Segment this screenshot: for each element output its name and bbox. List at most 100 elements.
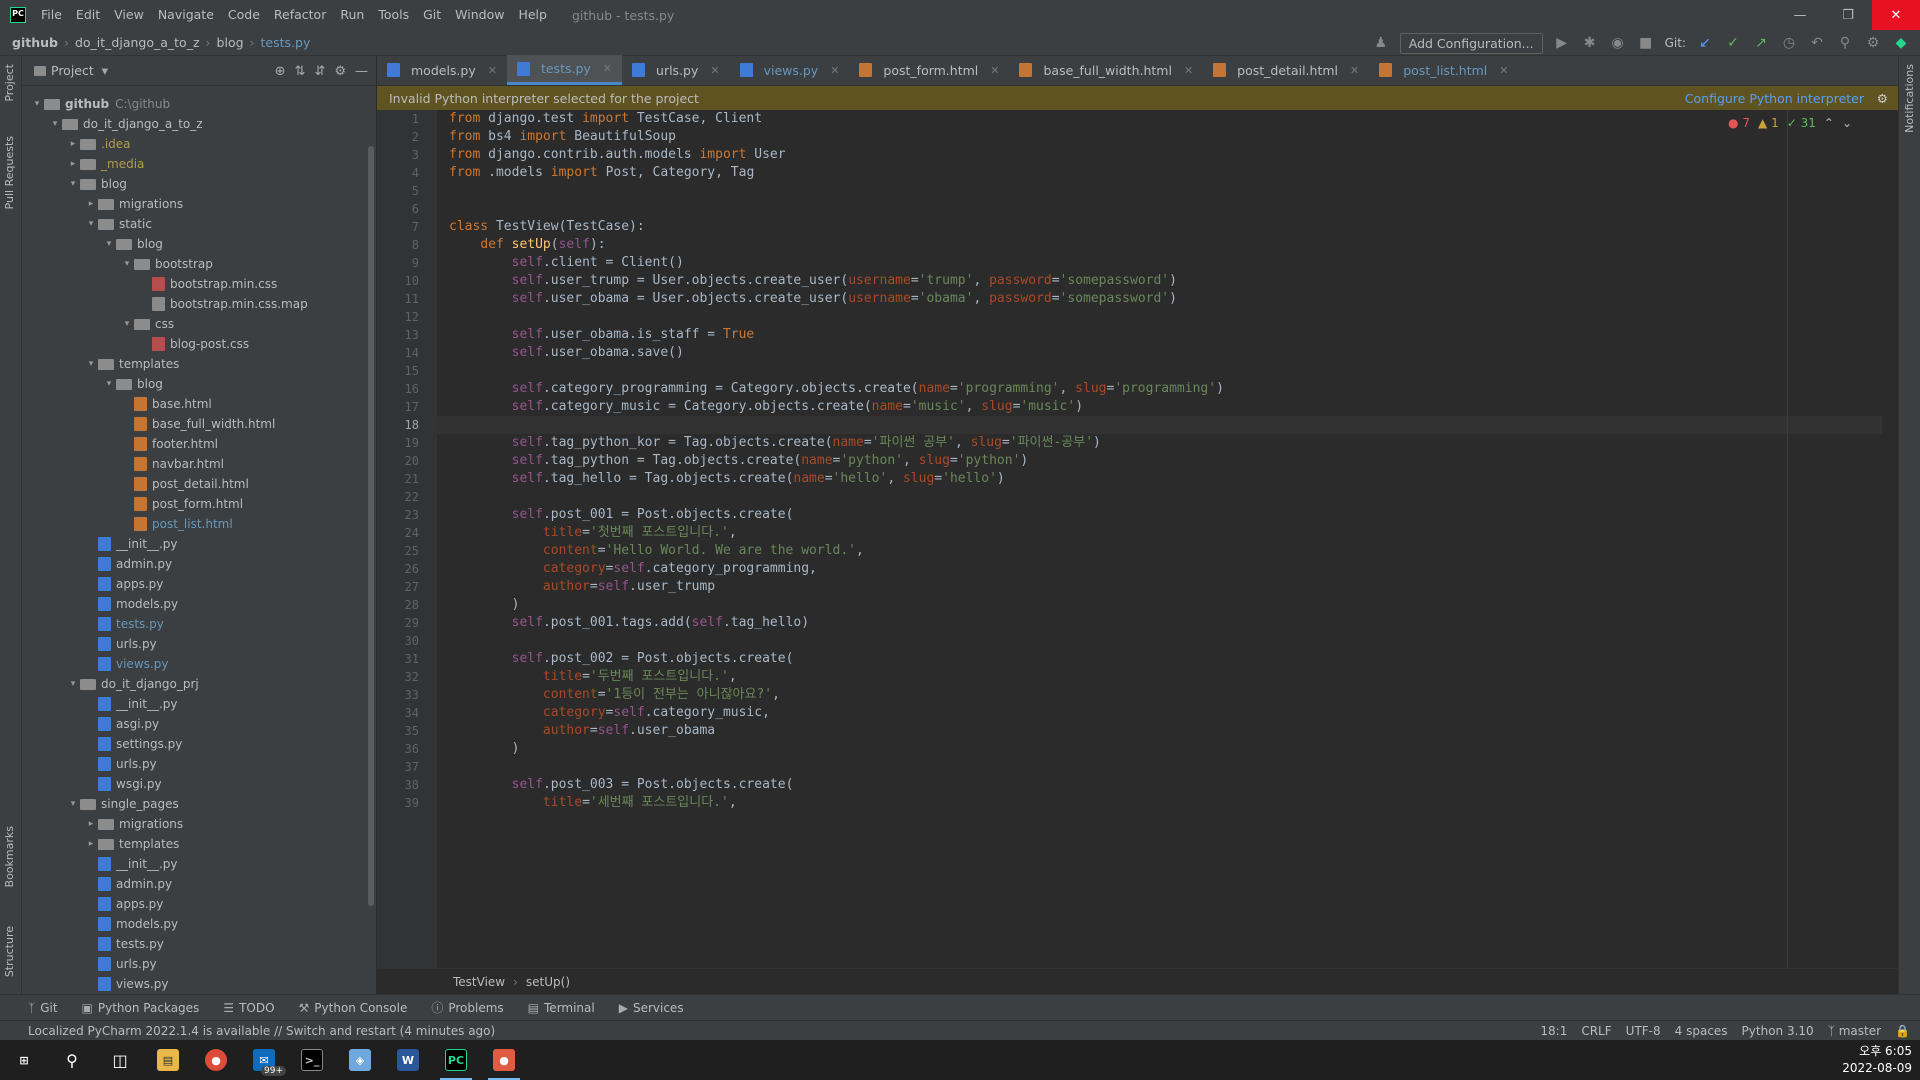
- code-line[interactable]: category=self.category_music,: [449, 704, 770, 722]
- line-number[interactable]: 15: [405, 362, 419, 380]
- bookmarks-tool-button[interactable]: Bookmarks: [3, 826, 16, 887]
- code-line[interactable]: self.user_obama.is_staff = True: [449, 326, 755, 344]
- line-number[interactable]: 30: [405, 632, 419, 650]
- tree-file[interactable]: urls.py: [84, 634, 157, 654]
- code-line[interactable]: self.post_002 = Post.objects.create(: [449, 650, 794, 668]
- line-number[interactable]: 28: [405, 596, 419, 614]
- code-line[interactable]: self.client = Client(): [449, 254, 684, 272]
- code-line[interactable]: ): [449, 740, 520, 758]
- tree-file[interactable]: navbar.html: [120, 454, 224, 474]
- history-icon[interactable]: ◷: [1780, 35, 1798, 51]
- tree-file[interactable]: bootstrap.min.css: [138, 274, 277, 294]
- line-number[interactable]: 20: [405, 452, 419, 470]
- project-tool-button[interactable]: Project: [3, 64, 16, 102]
- tree-folder[interactable]: ▾ css: [120, 314, 174, 334]
- line-number[interactable]: 23: [405, 506, 419, 524]
- line-number[interactable]: 8: [412, 236, 419, 254]
- tree-file[interactable]: views.py: [84, 974, 168, 994]
- tab-urls-py[interactable]: urls.py ✕: [622, 55, 730, 85]
- breadcrumb-item[interactable]: do_it_django_a_to_z: [75, 35, 200, 50]
- tab-post-form-html[interactable]: post_form.html ✕: [849, 55, 1009, 85]
- structure-tool-button[interactable]: Structure: [3, 926, 16, 977]
- gear-icon[interactable]: ⚙: [334, 64, 346, 79]
- line-number[interactable]: 4: [412, 164, 419, 182]
- rollback-icon[interactable]: ↶: [1808, 35, 1826, 51]
- code-line[interactable]: self.user_obama = User.objects.create_us…: [449, 290, 1177, 308]
- expand-all-icon[interactable]: ⇅: [295, 64, 306, 79]
- chevron-up-icon[interactable]: ⌃: [1824, 116, 1834, 130]
- minimize-icon[interactable]: —: [1776, 0, 1824, 30]
- menu-git[interactable]: Git: [416, 0, 448, 30]
- line-number[interactable]: 34: [405, 704, 419, 722]
- chevron-down-icon[interactable]: ▾: [66, 679, 80, 689]
- debug-icon[interactable]: ✱: [1581, 35, 1599, 51]
- system-clock[interactable]: 오후 6:05 2022-08-09: [1842, 1043, 1912, 1077]
- code-line[interactable]: self.tag_hello = Tag.objects.create(name…: [449, 470, 1005, 488]
- app-icon[interactable]: ◈: [336, 1040, 384, 1080]
- mail-icon[interactable]: ✉ 99+: [240, 1040, 288, 1080]
- project-scrollbar[interactable]: [368, 146, 374, 906]
- line-number[interactable]: 26: [405, 560, 419, 578]
- line-number[interactable]: 6: [412, 200, 419, 218]
- tree-file[interactable]: footer.html: [120, 434, 218, 454]
- menu-help[interactable]: Help: [511, 0, 554, 30]
- tab-models-py[interactable]: models.py ✕: [377, 55, 507, 85]
- tree-file[interactable]: bootstrap.min.css.map: [138, 294, 308, 314]
- tab-post-list-html[interactable]: post_list.html ✕: [1369, 55, 1518, 85]
- tree-file[interactable]: wsgi.py: [84, 774, 162, 794]
- tree-file[interactable]: post_list.html: [120, 514, 233, 534]
- indent-setting[interactable]: 4 spaces: [1675, 1024, 1728, 1038]
- tree-file[interactable]: apps.py: [84, 574, 163, 594]
- coverage-icon[interactable]: ◉: [1609, 35, 1627, 51]
- tree-folder[interactable]: ▾ blog: [102, 374, 163, 394]
- tree-file[interactable]: post_form.html: [120, 494, 243, 514]
- chevron-down-icon[interactable]: ▾: [102, 63, 108, 78]
- chevron-down-icon[interactable]: ▾: [120, 259, 134, 269]
- tree-folder[interactable]: ▸ migrations: [84, 194, 183, 214]
- code-line[interactable]: from .models import Post, Category, Tag: [449, 164, 754, 182]
- tree-folder[interactable]: ▾ github C:\github: [30, 94, 170, 114]
- breadcrumb-item[interactable]: blog: [217, 35, 244, 50]
- file-explorer-icon[interactable]: ▤: [144, 1040, 192, 1080]
- code-line[interactable]: self.post_003 = Post.objects.create(: [449, 776, 794, 794]
- line-number[interactable]: 11: [405, 290, 419, 308]
- toolwindow-problems[interactable]: ⓘ Problems: [431, 999, 503, 1016]
- chrome-icon[interactable]: ●: [192, 1040, 240, 1080]
- close-tab-icon[interactable]: ✕: [1184, 64, 1193, 77]
- tree-file[interactable]: admin.py: [84, 554, 172, 574]
- close-tab-icon[interactable]: ✕: [603, 62, 612, 75]
- line-number[interactable]: 10: [405, 272, 419, 290]
- line-number[interactable]: 9: [412, 254, 419, 272]
- code-line[interactable]: author=self.user_trump: [449, 578, 715, 596]
- locate-icon[interactable]: ⊕: [275, 64, 286, 79]
- line-number[interactable]: 39: [405, 794, 419, 812]
- tab-post-detail-html[interactable]: post_detail.html ✕: [1203, 55, 1369, 85]
- toolwindow-terminal[interactable]: ▤ Terminal: [528, 1001, 595, 1015]
- menu-window[interactable]: Window: [448, 0, 511, 30]
- line-number[interactable]: 22: [405, 488, 419, 506]
- chevron-down-icon[interactable]: ▾: [120, 319, 134, 329]
- close-tab-icon[interactable]: ✕: [990, 64, 999, 77]
- tree-folder[interactable]: ▸ .idea: [66, 134, 131, 154]
- tree-folder[interactable]: ▸ _media: [66, 154, 145, 174]
- code-view[interactable]: 1 2 3 4 5 6 7 8 9 10 11 12 13 14 15 16 17 18 19 20 21 22 23 24 2…: [377, 110, 1898, 968]
- code-line[interactable]: title='세번째 포스트입니다.',: [449, 794, 737, 812]
- add-configuration-button[interactable]: Add Configuration...: [1399, 32, 1543, 54]
- menu-navigate[interactable]: Navigate: [151, 0, 221, 30]
- line-number[interactable]: 13: [405, 326, 419, 344]
- close-tab-icon[interactable]: ✕: [1499, 64, 1508, 77]
- chevron-right-icon[interactable]: ▸: [84, 199, 98, 209]
- line-number[interactable]: 12: [405, 308, 419, 326]
- line-number[interactable]: 38: [405, 776, 419, 794]
- close-tab-icon[interactable]: ✕: [710, 64, 719, 77]
- gear-icon[interactable]: ⚙: [1877, 91, 1888, 106]
- code-line[interactable]: from django.test import TestCase, Client: [449, 110, 762, 128]
- run-icon[interactable]: ▶: [1553, 35, 1571, 51]
- line-number[interactable]: 32: [405, 668, 419, 686]
- notifications-tool-button[interactable]: Notifications: [1903, 64, 1916, 133]
- code-line[interactable]: self.tag_python = Tag.objects.create(nam…: [449, 452, 1029, 470]
- line-number[interactable]: 3: [412, 146, 419, 164]
- word-icon[interactable]: W: [384, 1040, 432, 1080]
- lock-icon[interactable]: 🔒: [1895, 1024, 1910, 1038]
- tree-file[interactable]: base.html: [120, 394, 212, 414]
